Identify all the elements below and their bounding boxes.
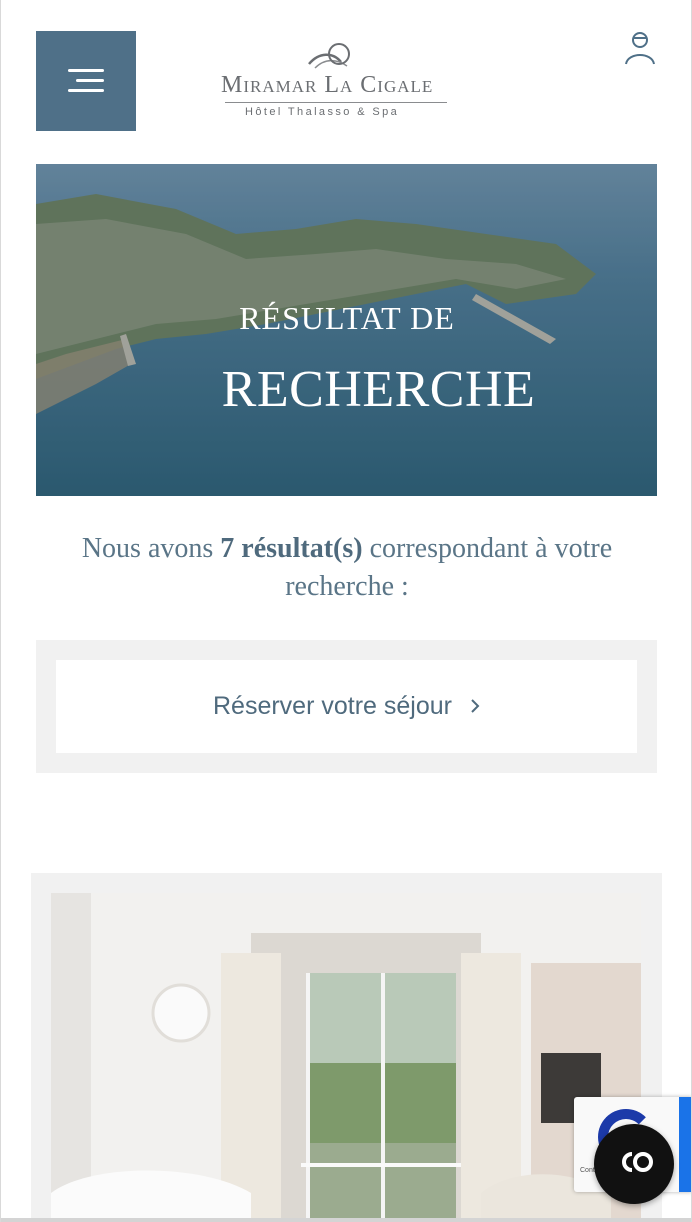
logo-subtitle: Hôtel Thalasso & Spa <box>245 106 400 118</box>
reserve-stay-button[interactable]: Réserver votre séjour <box>56 660 637 753</box>
logo-name: Miramar La Cigale <box>221 72 434 98</box>
reserve-stay-label: Réserver votre séjour <box>213 692 452 720</box>
hotel-logo[interactable]: Miramar La Cigale Hôtel Thalasso & Spa <box>221 42 451 124</box>
results-summary: Nous avons 7 résultat(s) correspondant à… <box>41 530 653 606</box>
wave-logo-icon <box>308 43 350 69</box>
hero-title-line2: RECHERCHE <box>221 361 536 418</box>
recaptcha-text: Cont <box>580 1167 595 1174</box>
user-account-icon[interactable] <box>623 30 657 66</box>
chevron-right-icon <box>470 698 480 719</box>
room-result-card[interactable] <box>31 873 662 1222</box>
bottom-edge <box>1 1218 691 1222</box>
logo-divider <box>225 102 447 103</box>
chat-icon <box>612 1150 656 1179</box>
hero-title-line1: RÉSULTAT DE <box>239 300 455 336</box>
page: Miramar La Cigale Hôtel Thalasso & Spa R… <box>0 0 692 1222</box>
room-photo <box>51 893 641 1222</box>
chat-button[interactable] <box>594 1124 674 1204</box>
menu-button[interactable] <box>36 31 136 131</box>
reserve-panel: Réserver votre séjour <box>36 640 657 773</box>
results-prefix: Nous avons <box>81 533 221 564</box>
hero-banner: RÉSULTAT DE RECHERCHE <box>36 164 657 496</box>
results-count: 7 résultat(s) <box>220 533 363 564</box>
